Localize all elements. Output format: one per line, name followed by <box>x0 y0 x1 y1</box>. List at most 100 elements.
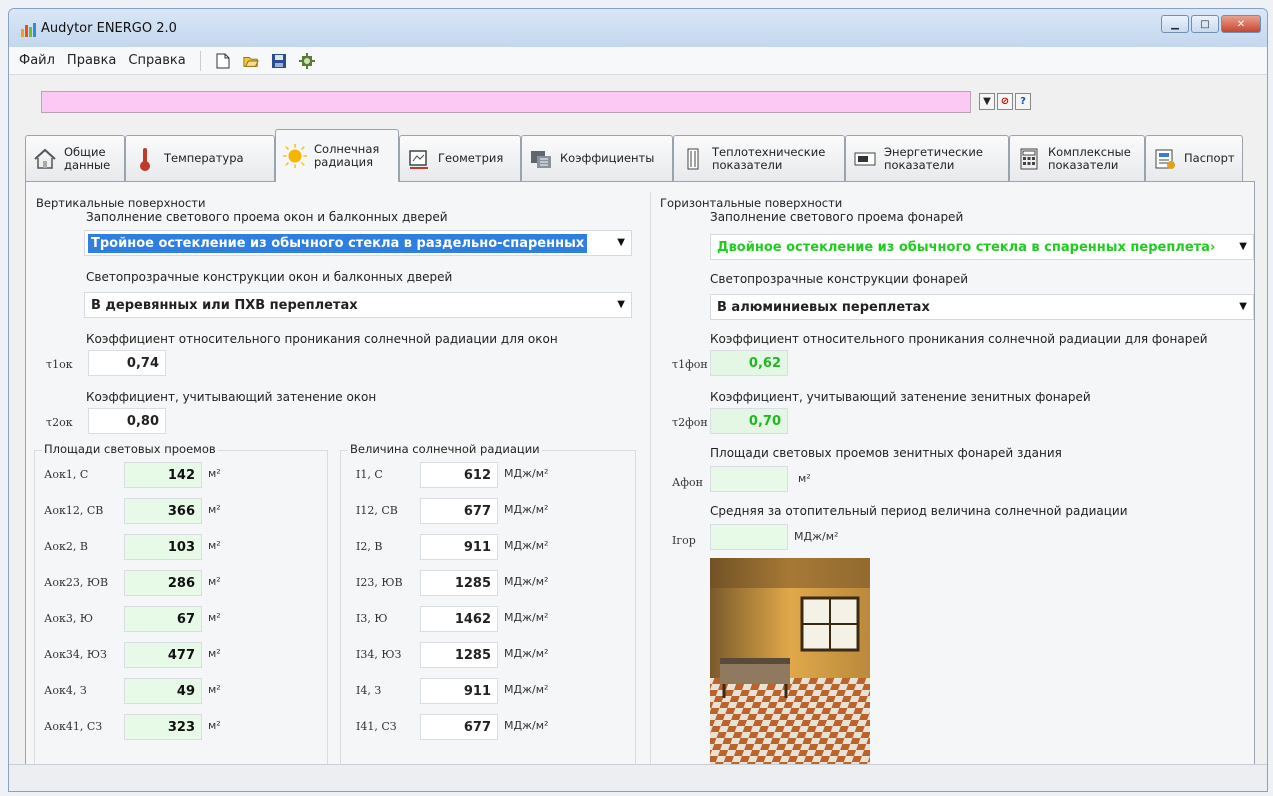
radiation-value-input[interactable]: 677 <box>420 714 498 740</box>
building-icon <box>680 146 706 172</box>
radiation-unit: МДж/м² <box>504 503 549 516</box>
help-icon[interactable]: ? <box>1015 93 1031 110</box>
area-value-input[interactable]: 366 <box>124 498 202 524</box>
save-icon[interactable] <box>271 53 287 69</box>
menu-file[interactable]: Файл <box>19 53 55 68</box>
radiation-value-input[interactable]: 911 <box>420 534 498 560</box>
area-unit: м² <box>208 539 221 552</box>
radiation-row-label: I2, В <box>356 540 383 553</box>
thermometer-icon <box>132 146 158 172</box>
open-folder-icon[interactable] <box>243 53 259 69</box>
coef-transmission-label: Коэффициент относительного проникания со… <box>86 332 558 346</box>
skylight-fill-select[interactable]: Двойное остекление из обычного стекла в … <box>710 234 1254 260</box>
radiation-value-input[interactable]: 1462 <box>420 606 498 632</box>
passport-icon <box>1152 146 1178 172</box>
area-value-input[interactable]: 286 <box>124 570 202 596</box>
tau1-symbol: τ1ок <box>46 358 73 371</box>
tab-complex-indicators[interactable]: Комплексные показатели <box>1009 135 1145 181</box>
radiation-value-input[interactable]: 911 <box>420 678 498 704</box>
window-construction-value: В деревянных или ПХВ переплетах <box>91 297 358 313</box>
menu-bar: Файл Правка Справка <box>9 47 1267 75</box>
window-fill-select[interactable]: Тройное остекление из обычного стекла в … <box>84 230 632 256</box>
tab-coefficients[interactable]: Коэффициенты <box>521 135 673 181</box>
tau1-window-input[interactable]: 0,74 <box>88 350 166 376</box>
close-button[interactable]: ✕ <box>1221 15 1261 33</box>
area-value-input[interactable]: 477 <box>124 642 202 668</box>
avg-radiation-label: Средняя за отопительный период величина … <box>710 504 1128 518</box>
new-file-icon[interactable] <box>215 53 231 69</box>
i-horizontal-symbol: Iгор <box>672 534 696 547</box>
radiation-row-label: I41, СЗ <box>356 720 397 733</box>
tab-label: Солнечная радиация <box>314 142 380 169</box>
menu-edit[interactable]: Правка <box>67 53 116 68</box>
skylight-construction-select[interactable]: В алюминиевых переплетах ▼ <box>710 294 1254 320</box>
tab-thermal-indicators[interactable]: Теплотехнические показатели <box>673 135 845 181</box>
radiation-value-input[interactable]: 1285 <box>420 570 498 596</box>
radiation-unit: МДж/м² <box>504 575 549 588</box>
coef-shading-label: Коэффициент, учитывающий затенение окон <box>86 390 377 404</box>
radiation-value-input[interactable]: 677 <box>420 498 498 524</box>
area-skylight-unit: м² <box>798 472 811 485</box>
minimize-button[interactable]: ▁ <box>1161 15 1189 33</box>
area-row-label: Аок4, З <box>44 684 87 697</box>
area-unit: м² <box>208 611 221 624</box>
area-value-input[interactable]: 323 <box>124 714 202 740</box>
tab-label: Температура <box>164 151 244 165</box>
radiation-row-label: I4, З <box>356 684 382 697</box>
radiation-unit: МДж/м² <box>504 719 549 732</box>
coefficients-icon <box>528 146 554 172</box>
radiation-unit: МДж/м² <box>504 647 549 660</box>
area-unit: м² <box>208 719 221 732</box>
area-value-input[interactable]: 142 <box>124 462 202 488</box>
tab-energy-indicators[interactable]: Энергетические показатели <box>845 135 1009 181</box>
areas-title: Площади световых проемов <box>42 442 218 456</box>
maximize-button[interactable]: □ <box>1191 15 1219 33</box>
skylight-area-label: Площади световых проемов зенитных фонаре… <box>710 446 1062 460</box>
tab-general[interactable]: Общие данные <box>25 135 125 181</box>
tab-strip: Общие данные Температура Солнечная радиа… <box>25 129 1253 182</box>
area-value-input[interactable]: 67 <box>124 606 202 632</box>
vertical-surfaces-title: Вертикальные поверхности <box>36 196 206 210</box>
horizontal-surfaces-title: Горизонтальные поверхности <box>660 196 843 210</box>
message-field[interactable] <box>41 91 971 113</box>
menu-help[interactable]: Справка <box>128 53 185 68</box>
dropdown-button[interactable]: ▼ <box>979 93 995 110</box>
tab-passport[interactable]: Паспорт <box>1145 135 1243 181</box>
title-bar: Audytor ENERGO 2.0 ▁ □ ✕ <box>9 9 1267 47</box>
energy-icon <box>852 146 878 172</box>
toolbar-separator <box>199 50 201 71</box>
status-message-bar: ▼ ⊘ ? <box>41 91 1041 113</box>
solar-radiation-panel: Вертикальные поверхности Заполнение свет… <box>25 181 1255 770</box>
i-horizontal-input[interactable] <box>710 524 788 550</box>
tau2-window-input[interactable]: 0,80 <box>88 408 166 434</box>
settings-icon[interactable] <box>298 52 315 69</box>
area-unit: м² <box>208 467 221 480</box>
geometry-icon <box>406 146 432 172</box>
tab-solar-radiation[interactable]: Солнечная радиация <box>275 129 399 182</box>
tab-temperature[interactable]: Температура <box>125 135 275 181</box>
area-unit: м² <box>208 503 221 516</box>
chevron-down-icon: ▼ <box>617 299 625 310</box>
window-construction-select[interactable]: В деревянных или ПХВ переплетах ▼ <box>84 292 632 318</box>
section-divider <box>650 192 651 768</box>
radiation-value-input[interactable]: 1285 <box>420 642 498 668</box>
window-construction-label: Светопрозрачные конструкции окон и балко… <box>86 270 453 284</box>
tab-label: Паспорт <box>1184 151 1235 165</box>
radiation-row-label: I34, ЮЗ <box>356 648 402 661</box>
area-row-label: Аок2, В <box>44 540 88 553</box>
chevron-down-icon: ▼ <box>1239 241 1247 252</box>
tab-geometry[interactable]: Геометрия <box>399 135 521 181</box>
area-value-input[interactable]: 49 <box>124 678 202 704</box>
radiation-value-input[interactable]: 612 <box>420 462 498 488</box>
stop-icon[interactable]: ⊘ <box>997 93 1013 110</box>
radiation-unit: МДж/м² <box>504 467 549 480</box>
skylight-construction-label: Светопрозрачные конструкции фонарей <box>710 272 969 286</box>
area-skylight-input[interactable] <box>710 466 788 492</box>
tau1-skylight-input[interactable]: 0,62 <box>710 350 788 376</box>
tau2-skylight-symbol: τ2фон <box>672 416 708 429</box>
area-value-input[interactable]: 103 <box>124 534 202 560</box>
tau2-skylight-input[interactable]: 0,70 <box>710 408 788 434</box>
area-skylight-symbol: Афон <box>672 476 703 489</box>
radiation-unit: МДж/м² <box>504 539 549 552</box>
sun-icon <box>282 143 308 169</box>
